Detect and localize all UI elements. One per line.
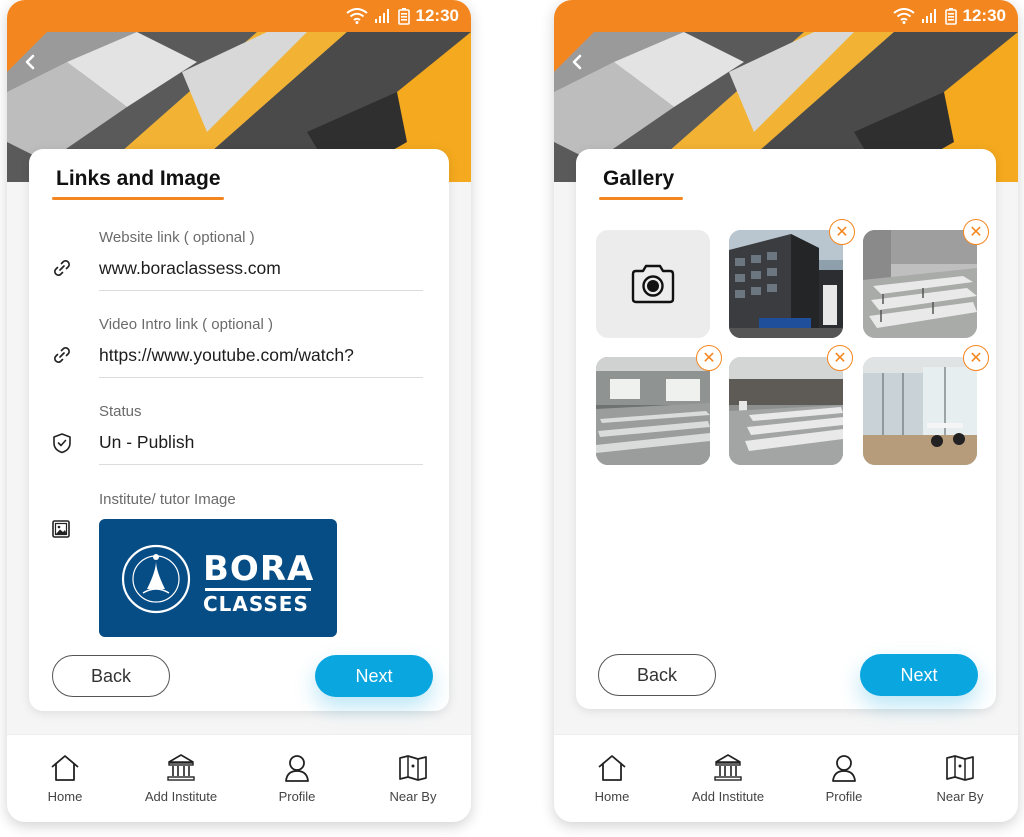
nav-label: Add Institute [144,789,218,804]
nav-label: Profile [278,789,316,804]
home-icon [51,755,79,781]
back-button[interactable]: Back [598,654,716,696]
back-arrow-icon[interactable] [554,32,606,92]
website-link-field[interactable]: Website link ( optional ) www.boraclasse… [99,229,423,291]
nav-label: Near By [389,789,437,804]
clock: 12:30 [962,6,1006,25]
next-button[interactable]: Next [315,655,433,697]
website-link-label: Website link ( optional ) [99,229,255,246]
battery-icon [397,8,410,25]
nav-label: Add Institute [691,789,765,804]
bottom-nav: Home Add Institute Profile Near By [554,734,1018,822]
gallery-photo-4[interactable] [729,357,843,465]
institute-icon [167,754,195,781]
gallery-photo-3[interactable] [596,357,710,465]
video-link-input[interactable]: https://www.youtube.com/watch? [99,345,423,366]
back-arrow-icon[interactable] [7,32,59,92]
clock: 12:30 [415,6,459,25]
remove-photo-button[interactable]: ✕ [696,345,722,371]
card-title: Gallery [603,167,675,190]
gallery-photo-1[interactable] [729,230,843,338]
card-title: Links and Image [56,167,221,190]
image-icon [52,520,70,538]
next-button[interactable]: Next [860,654,978,696]
wifi-icon [345,8,368,24]
nav-home[interactable]: Home [557,753,667,804]
gallery-screen: 12:30 Gallery ✕ ✕ ✕ ✕ ✕ Back Next Home A… [554,0,1018,822]
remove-photo-button[interactable]: ✕ [963,345,989,371]
nav-near-by[interactable]: Near By [905,753,1015,804]
nav-near-by[interactable]: Near By [358,753,468,804]
gallery-card: Gallery ✕ ✕ ✕ ✕ ✕ Back Next [576,149,996,709]
signal-icon [374,9,389,23]
profile-icon [285,755,309,782]
gallery-photo-5[interactable] [863,357,977,465]
nav-profile[interactable]: Profile [789,753,899,804]
battery-icon [944,8,957,25]
divider [99,377,423,378]
remove-photo-button[interactable]: ✕ [829,219,855,245]
institute-logo-image[interactable]: BORA CLASSES [99,519,337,637]
nav-profile[interactable]: Profile [242,753,352,804]
logo-word-classes: CLASSES [203,592,309,616]
nav-label: Near By [936,789,984,804]
status-field[interactable]: Status Un - Publish [99,403,423,465]
profile-icon [832,755,856,782]
link-icon [54,347,70,363]
logo-word-bora: BORA [203,549,315,589]
nav-label: Profile [825,789,863,804]
remove-photo-button[interactable]: ✕ [963,219,989,245]
title-underline [599,197,683,200]
status-bar: 12:30 [554,0,1018,32]
nav-label: Home [594,789,630,804]
nav-home[interactable]: Home [10,753,120,804]
add-photo-button[interactable] [596,230,710,338]
title-underline [52,197,224,200]
gallery-photo-2[interactable] [863,230,977,338]
status-label: Status [99,403,142,420]
map-icon [946,755,974,781]
divider [99,464,423,465]
map-icon [399,755,427,781]
status-bar: 12:30 [7,0,471,32]
website-link-input[interactable]: www.boraclassess.com [99,258,423,279]
back-button[interactable]: Back [52,655,170,697]
nav-add-institute[interactable]: Add Institute [673,753,783,804]
divider [99,290,423,291]
links-card: Links and Image Website link ( optional … [29,149,449,711]
bottom-nav: Home Add Institute Profile Near By [7,734,471,822]
link-icon [54,260,70,276]
image-label: Institute/ tutor Image [99,491,236,508]
camera-icon [631,264,675,304]
nav-label: Home [47,789,83,804]
image-field: Institute/ tutor Image [99,491,423,511]
logo-rule [205,588,311,591]
status-value[interactable]: Un - Publish [99,432,423,453]
shield-check-icon [53,433,71,454]
home-icon [598,755,626,781]
institute-icon [714,754,742,781]
video-link-label: Video Intro link ( optional ) [99,316,273,333]
nav-add-institute[interactable]: Add Institute [126,753,236,804]
signal-icon [921,9,936,23]
wifi-icon [892,8,915,24]
remove-photo-button[interactable]: ✕ [827,345,853,371]
video-link-field[interactable]: Video Intro link ( optional ) https://ww… [99,316,423,378]
links-and-image-screen: 12:30 Links and Image Website link (opt… [7,0,471,822]
